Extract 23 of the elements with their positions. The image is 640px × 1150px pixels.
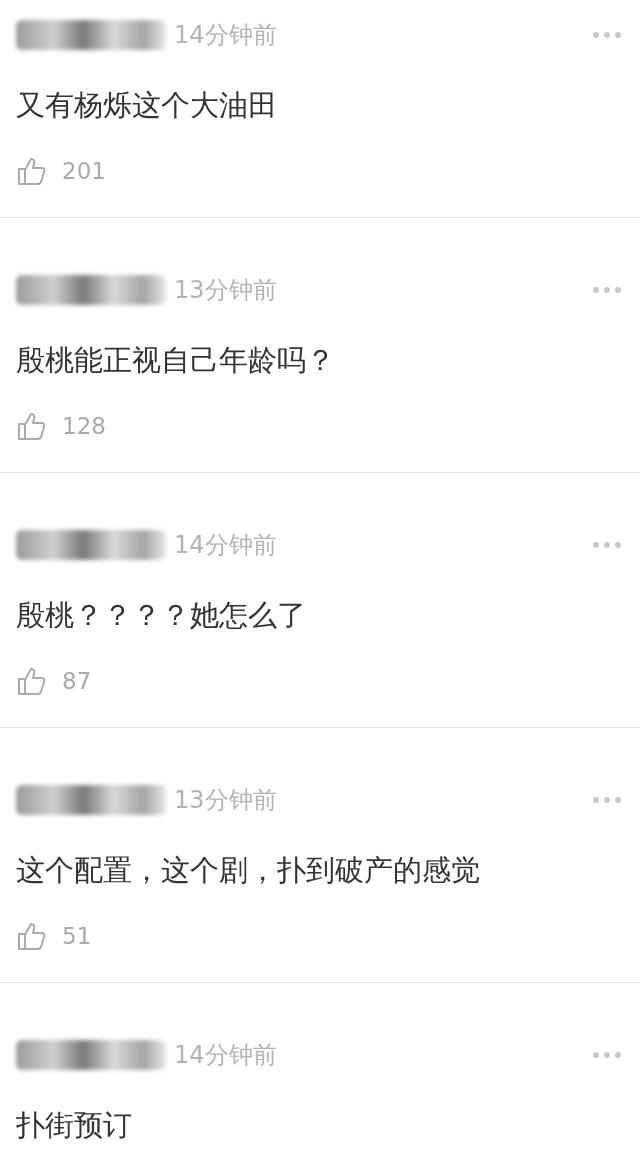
like-count: 87 (62, 666, 92, 696)
comment-time: 13分钟前 (174, 785, 277, 816)
comment-text: 又有杨烁这个大油田 (16, 87, 278, 124)
like-count: 51 (62, 921, 92, 951)
more-icon[interactable] (592, 541, 622, 549)
comment-time: 13分钟前 (174, 275, 277, 306)
more-icon[interactable] (592, 31, 622, 39)
more-icon[interactable] (592, 796, 622, 804)
comment-time: 14分钟前 (174, 1040, 277, 1071)
thumbs-up-icon[interactable] (16, 411, 46, 441)
comment-text: 殷桃能正视自己年龄吗？ (16, 342, 336, 379)
like-count: 128 (62, 411, 106, 441)
comment-text: 扑街预订 (16, 1107, 133, 1144)
thumbs-up-icon[interactable] (16, 156, 46, 186)
more-icon[interactable] (592, 286, 622, 294)
more-icon[interactable] (592, 1051, 622, 1059)
like-count: 201 (62, 156, 106, 186)
comment-time: 14分钟前 (174, 20, 277, 51)
comment-text: 殷桃？？？？她怎么了 (16, 597, 307, 634)
thumbs-up-icon[interactable] (16, 921, 46, 951)
thumbs-up-icon[interactable] (16, 666, 46, 696)
comment-time: 14分钟前 (174, 530, 277, 561)
comment-text: 这个配置，这个剧，扑到破产的感觉 (16, 852, 481, 889)
